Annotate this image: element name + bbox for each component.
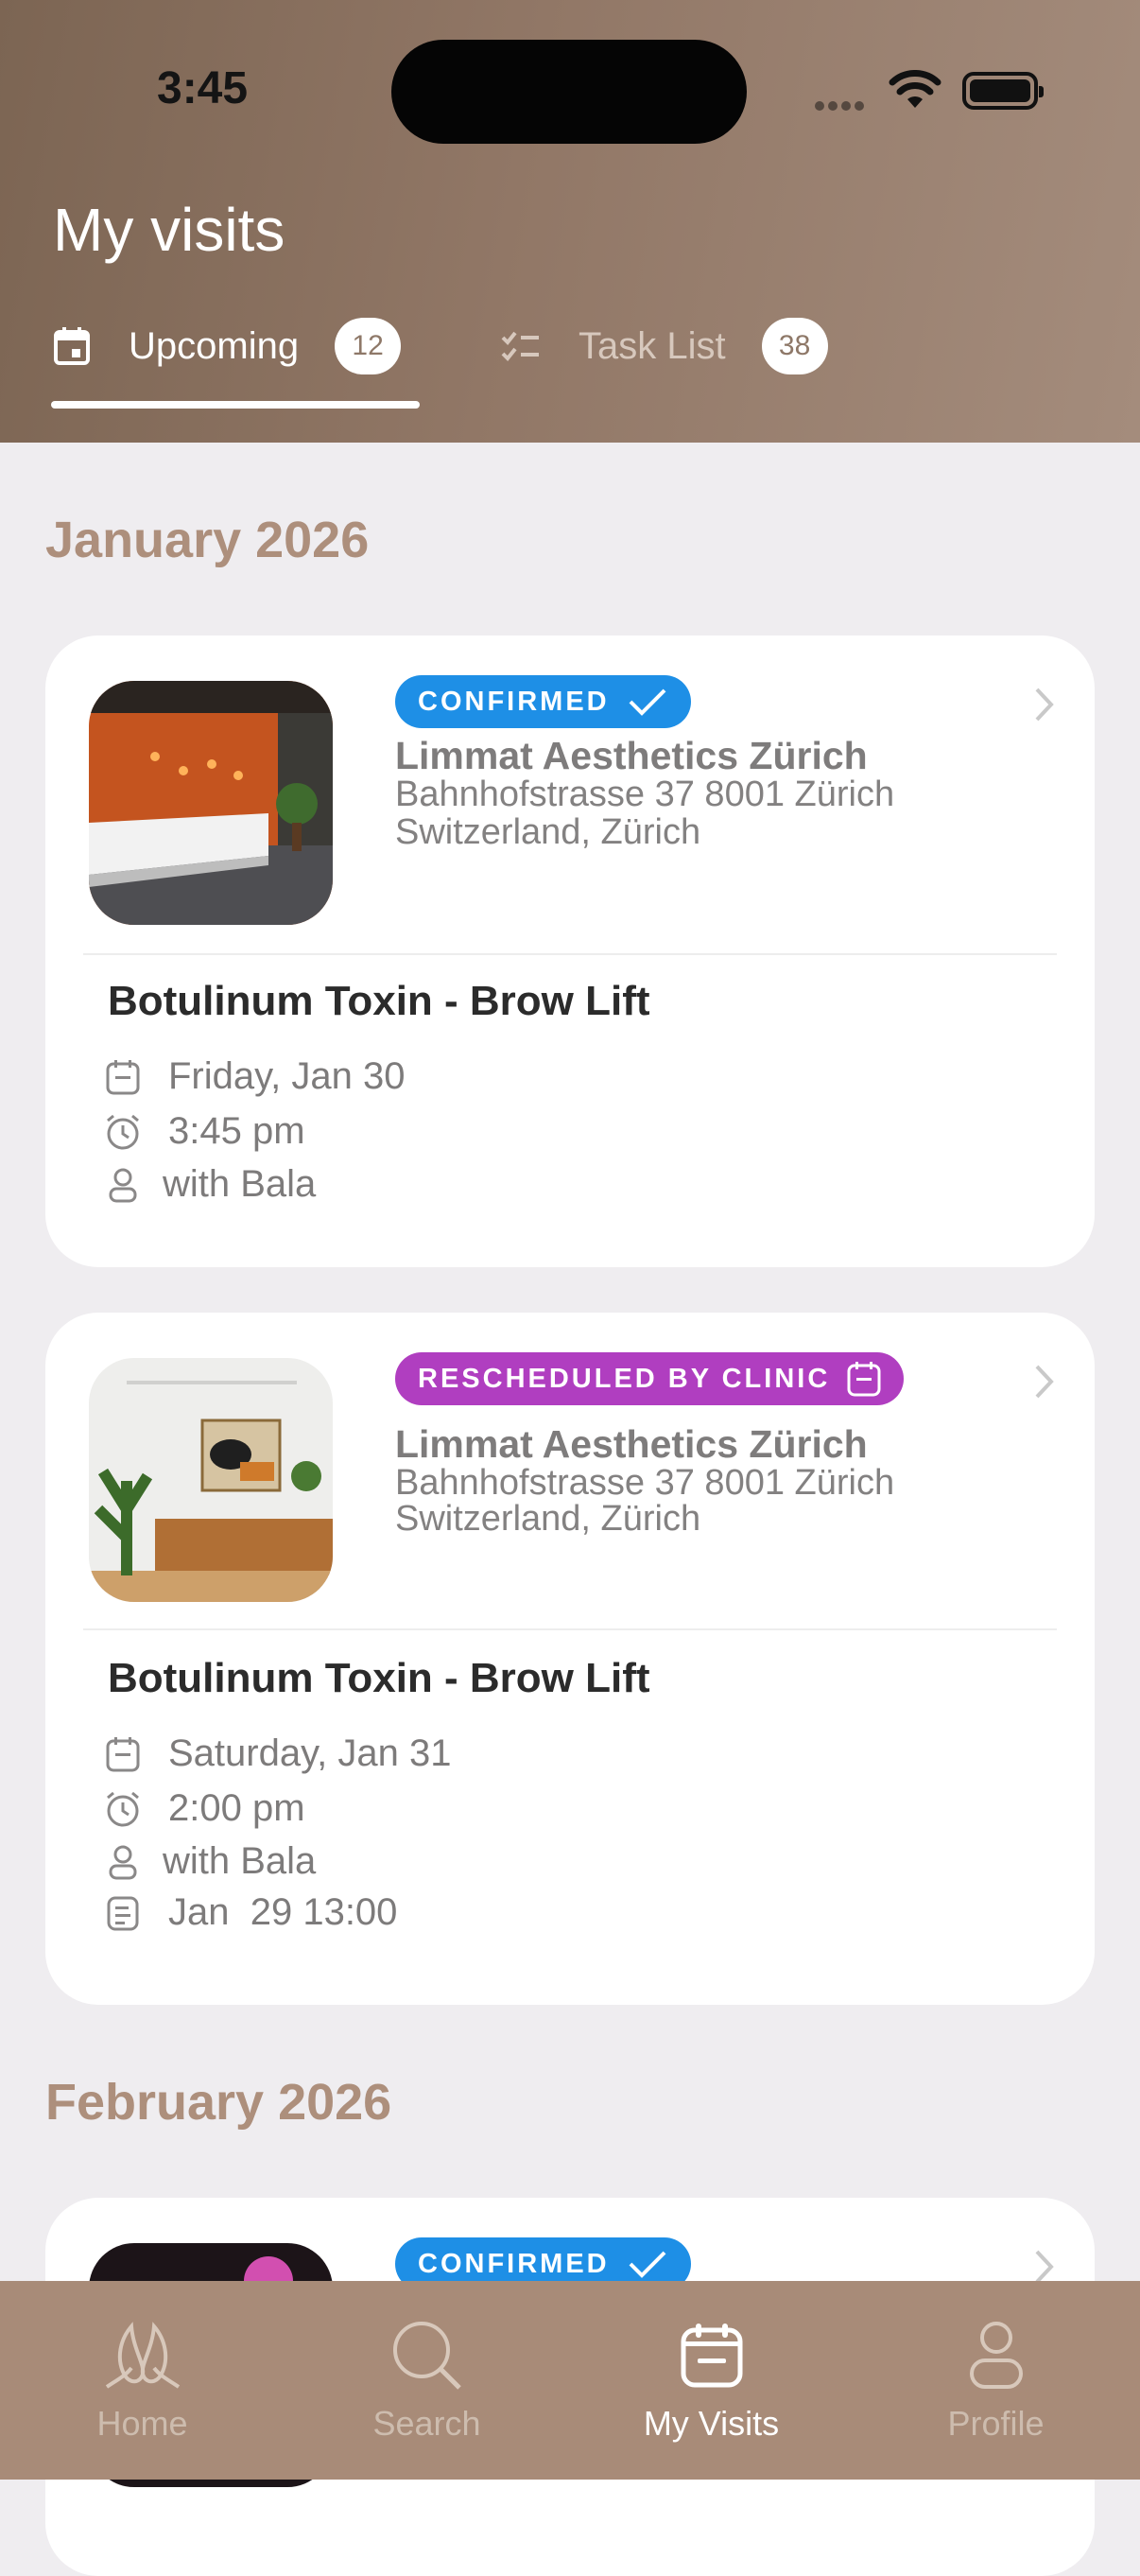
visit-date: Saturday, Jan 31 xyxy=(168,1732,452,1774)
visit-time: 2:00 pm xyxy=(168,1787,305,1829)
dynamic-island xyxy=(391,40,747,144)
tab-upcoming-label: Upcoming xyxy=(129,324,300,367)
upcoming-count-badge: 12 xyxy=(335,318,402,374)
visit-time-row: 2:00 pm xyxy=(104,1787,305,1830)
calendar-icon xyxy=(104,1735,142,1773)
month-heading: February 2026 xyxy=(45,2074,392,2131)
status-badge: CONFIRMED xyxy=(395,675,691,728)
nav-profile[interactable]: Profile xyxy=(854,2281,1138,2480)
active-tab-indicator xyxy=(51,401,420,409)
nav-home[interactable]: Home xyxy=(0,2281,285,2480)
visit-date-row: Friday, Jan 30 xyxy=(104,1055,406,1098)
nav-search-label: Search xyxy=(372,2404,481,2443)
calendar-icon xyxy=(681,2313,743,2398)
clinic-name: Limmat Aesthetics Zürich xyxy=(395,734,868,777)
person-icon xyxy=(104,1843,142,1881)
visit-card[interactable]: CONFIRMED Limmat Aesthetics Zürich Bahnh… xyxy=(45,635,1095,1267)
header: 3:45 My visits Upcoming 12 Task List 38 xyxy=(0,0,1140,443)
rescheduled-at-row: Jan 29 13:00 xyxy=(104,1891,397,1934)
treatment-title: Botulinum Toxin - Brow Lift xyxy=(108,978,650,1024)
chevron-right-icon[interactable] xyxy=(1034,2249,1055,2285)
person-icon xyxy=(104,1166,142,1204)
visit-date-row: Saturday, Jan 31 xyxy=(104,1732,451,1775)
tab-task-list-label: Task List xyxy=(579,324,726,367)
clinic-photo xyxy=(89,681,333,925)
nav-search[interactable]: Search xyxy=(285,2281,569,2480)
check-icon xyxy=(627,687,668,717)
chevron-right-icon[interactable] xyxy=(1034,1364,1055,1400)
nav-my-visits-label: My Visits xyxy=(643,2404,780,2443)
signal-icon xyxy=(815,98,868,115)
clinic-photo xyxy=(89,1358,333,1602)
clinic-address-line1: Bahnhofstrasse 37 8001 Zürich xyxy=(395,1463,895,1503)
month-heading: January 2026 xyxy=(45,512,370,568)
wifi-icon xyxy=(889,70,941,108)
practitioner-name: with Bala xyxy=(163,1163,317,1205)
visit-date: Friday, Jan 30 xyxy=(168,1055,406,1097)
status-badge-label: RESCHEDULED BY CLINIC xyxy=(418,1363,831,1394)
visit-time-row: 3:45 pm xyxy=(104,1110,305,1153)
check-icon xyxy=(627,2249,668,2279)
person-icon xyxy=(968,2313,1025,2398)
practitioner-row: with Bala xyxy=(104,1163,316,1206)
calendar-icon xyxy=(847,1361,881,1397)
card-divider xyxy=(83,953,1057,955)
chevron-right-icon[interactable] xyxy=(1034,687,1055,722)
tab-task-list[interactable]: Task List 38 xyxy=(501,318,828,374)
practitioner-name: with Bala xyxy=(163,1840,317,1882)
nav-home-label: Home xyxy=(96,2404,188,2443)
status-badge: RESCHEDULED BY CLINIC xyxy=(395,1352,905,1405)
calendar-icon xyxy=(54,327,90,365)
visit-time: 3:45 pm xyxy=(168,1110,305,1152)
treatment-title: Botulinum Toxin - Brow Lift xyxy=(108,1655,650,1701)
checklist-icon xyxy=(501,331,539,361)
status-badge-label: CONFIRMED xyxy=(418,2248,610,2279)
status-badge-label: CONFIRMED xyxy=(418,686,610,717)
alarm-clock-icon xyxy=(104,1790,142,1828)
task-list-count-badge: 38 xyxy=(761,318,828,374)
clinic-address-line1: Bahnhofstrasse 37 8001 Zürich xyxy=(395,775,895,814)
rescheduled-at: Jan 29 13:00 xyxy=(168,1891,398,1933)
bottom-nav: Home Search My Visits Profile xyxy=(0,2281,1140,2480)
clinic-address-line2: Switzerland, Zürich xyxy=(395,1499,701,1539)
page-title: My visits xyxy=(53,196,285,264)
alarm-clock-icon xyxy=(104,1113,142,1151)
search-icon xyxy=(391,2313,463,2398)
nav-my-visits[interactable]: My Visits xyxy=(569,2281,854,2480)
tab-upcoming[interactable]: Upcoming 12 xyxy=(53,318,402,374)
nav-profile-label: Profile xyxy=(947,2404,1045,2443)
visit-card[interactable]: RESCHEDULED BY CLINIC Limmat Aesthetics … xyxy=(45,1313,1095,2005)
clinic-name: Limmat Aesthetics Zürich xyxy=(395,1422,868,1466)
practitioner-row: with Bala xyxy=(104,1840,316,1883)
battery-icon xyxy=(962,72,1044,110)
clinic-address-line2: Switzerland, Zürich xyxy=(395,812,701,852)
home-logo-icon xyxy=(105,2313,181,2398)
status-time: 3:45 xyxy=(157,63,249,113)
card-divider xyxy=(83,1628,1057,1630)
calendar-icon xyxy=(104,1058,142,1096)
document-calendar-icon xyxy=(104,1894,142,1932)
